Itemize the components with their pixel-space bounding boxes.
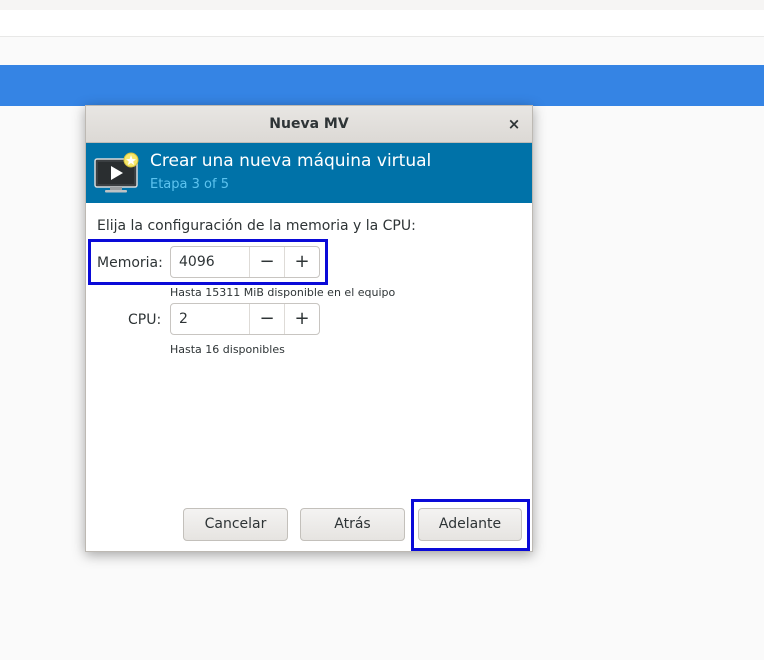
memory-spinbox: − + — [170, 246, 320, 278]
forward-button[interactable]: Adelante — [418, 508, 522, 541]
cancel-button[interactable]: Cancelar — [183, 508, 288, 541]
new-vm-dialog: Nueva MV × Crear una nueva máquina virtu… — [85, 105, 533, 552]
prompt-text: Elija la configuración de la memoria y l… — [97, 218, 416, 234]
cpu-label: CPU: — [128, 312, 162, 328]
close-button[interactable]: × — [504, 114, 524, 134]
wizard-content: Elija la configuración de la memoria y l… — [86, 203, 532, 551]
wizard-header: Crear una nueva máquina virtual Etapa 3 … — [86, 143, 532, 203]
memory-increment-button[interactable]: + — [284, 247, 319, 277]
cpu-spinbox: − + — [170, 303, 320, 335]
wizard-step: Etapa 3 of 5 — [150, 177, 229, 192]
memory-hint: Hasta 15311 MiB disponible en el equipo — [170, 286, 396, 299]
cpu-hint: Hasta 16 disponibles — [170, 343, 285, 356]
cpu-decrement-button[interactable]: − — [249, 304, 284, 334]
background-row — [0, 10, 764, 37]
memory-input[interactable] — [171, 247, 249, 277]
cpu-input[interactable] — [171, 304, 249, 334]
dialog-title: Nueva MV — [269, 116, 349, 132]
memory-label: Memoria: — [97, 255, 163, 271]
background-toolbar — [0, 0, 764, 10]
vm-monitor-icon — [94, 152, 139, 193]
cpu-increment-button[interactable]: + — [284, 304, 319, 334]
dialog-titlebar: Nueva MV × — [86, 106, 532, 143]
memory-decrement-button[interactable]: − — [249, 247, 284, 277]
wizard-title: Crear una nueva máquina virtual — [150, 151, 432, 171]
back-button[interactable]: Atrás — [300, 508, 405, 541]
background-selected-row — [0, 65, 764, 106]
